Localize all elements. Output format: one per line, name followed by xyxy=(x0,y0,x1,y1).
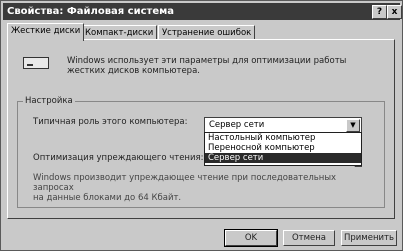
intro-text: Windows использует эти параметры для опт… xyxy=(67,56,367,76)
window-title: Свойства: Файловая система xyxy=(7,6,175,17)
hard-disk-icon xyxy=(23,57,49,69)
tab-hard-disks[interactable]: Жесткие диски xyxy=(7,23,85,41)
ok-button[interactable]: OK xyxy=(224,229,278,247)
readahead-note-line-1: Windows производит упреждающее чтение пр… xyxy=(33,173,337,193)
role-option-desktop[interactable]: Настольный компьютер xyxy=(205,133,361,143)
readahead-note: Windows производит упреждающее чтение пр… xyxy=(33,173,373,203)
apply-button[interactable]: Применить xyxy=(341,230,397,246)
close-button[interactable]: x xyxy=(387,5,402,19)
computer-role-select[interactable]: Сервер сети ▼ xyxy=(204,117,362,133)
intro-line-2: жестких дисков компьютера. xyxy=(67,66,200,76)
role-option-portable[interactable]: Переносной компьютер xyxy=(205,143,361,153)
computer-role-dropdown: Настольный компьютер Переносной компьюте… xyxy=(204,132,362,166)
help-button[interactable]: ? xyxy=(372,5,387,19)
tab-cd-roms[interactable]: Компакт-диски xyxy=(81,25,158,40)
readahead-label: Оптимизация упреждающего чтения: xyxy=(33,153,204,163)
computer-role-label: Типичная роль этого компьютера: xyxy=(33,117,188,127)
settings-group-label: Настройка xyxy=(23,96,75,106)
title-bar[interactable]: Свойства: Файловая система ? x xyxy=(3,3,402,20)
role-option-network-server[interactable]: Сервер сети xyxy=(205,153,361,163)
tab-troubleshooting[interactable]: Устранение ошибок xyxy=(158,25,256,40)
readahead-note-line-2: на данные блоками до 64 Кбайт. xyxy=(33,193,182,203)
properties-dialog: Свойства: Файловая система ? x Жесткие д… xyxy=(0,0,403,251)
chevron-down-icon[interactable]: ▼ xyxy=(346,119,360,132)
cancel-button[interactable]: Отмена xyxy=(283,230,335,246)
computer-role-value: Сервер сети xyxy=(209,120,265,130)
intro-line-1: Windows использует эти параметры для опт… xyxy=(67,56,347,66)
